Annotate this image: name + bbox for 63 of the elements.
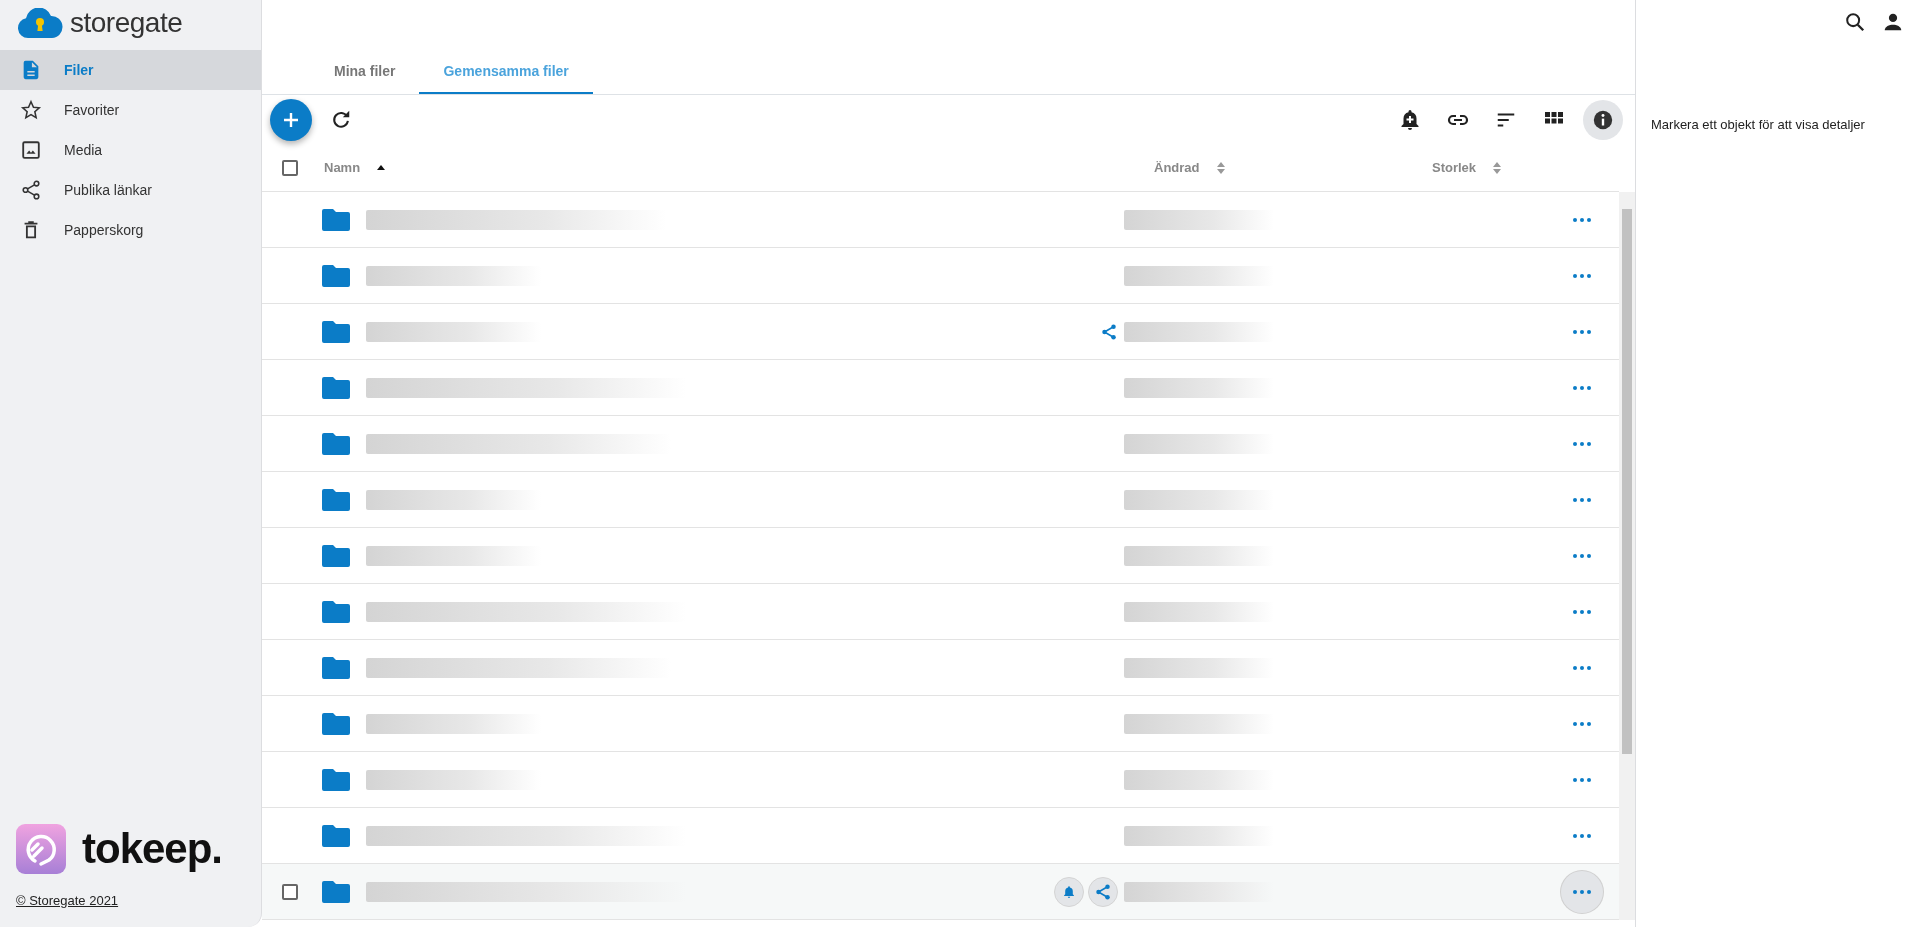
share-icon[interactable]: [1100, 322, 1118, 341]
folder-icon: [322, 712, 350, 735]
details-message: Markera ett objekt för att visa detaljer: [1650, 116, 1866, 134]
sort-toggle-icon: [1492, 162, 1503, 174]
sidebar-item[interactable]: Papperskorg: [0, 210, 261, 250]
more-dots-icon: [1573, 497, 1591, 502]
column-header[interactable]: Ändrad: [1154, 158, 1200, 178]
folder-icon: [322, 656, 350, 679]
folder-icon: [322, 320, 350, 343]
sort-toggle-icon: [1215, 162, 1226, 174]
share-icon[interactable]: [1088, 876, 1118, 907]
image-icon: [20, 139, 42, 161]
sidebar-item[interactable]: Publika länkar: [0, 170, 261, 210]
more-dots-icon: [1573, 441, 1591, 446]
add-button[interactable]: [270, 99, 312, 141]
copyright-link[interactable]: © Storegate 2021: [16, 893, 119, 908]
more-dots-icon: [1573, 385, 1591, 390]
folder-icon: [322, 488, 350, 511]
sidebar-item[interactable]: Filer: [0, 50, 261, 90]
user-icon[interactable]: [1882, 11, 1904, 33]
more-dots-icon: [1573, 777, 1591, 782]
partner-logo-text: tokeep.: [82, 828, 223, 870]
folder-icon: [322, 208, 350, 231]
folder-icon: [322, 768, 350, 791]
refresh-icon: [330, 109, 352, 131]
folder-icon: [322, 824, 350, 847]
more-dots-icon: [1573, 217, 1591, 222]
tab[interactable]: Mina filer: [310, 51, 420, 94]
sidebar-item[interactable]: Favoriter: [0, 90, 261, 130]
more-dots-icon: [1573, 665, 1591, 670]
info-icon: [1592, 109, 1614, 131]
folder-icon: [322, 880, 350, 903]
folder-icon: [322, 432, 350, 455]
column-header[interactable]: Namn: [324, 158, 361, 178]
folder-icon: [322, 544, 350, 567]
more-dots-icon: [1573, 553, 1591, 558]
tab[interactable]: Gemensamma filer: [419, 51, 593, 94]
more-dots-icon: [1573, 609, 1591, 614]
share-icon: [20, 179, 42, 201]
info-button[interactable]: [1583, 100, 1623, 140]
star-icon: [20, 99, 42, 121]
search-icon[interactable]: [1844, 11, 1866, 33]
more-dots-icon: [1573, 833, 1591, 838]
share-glyph-icon: [1094, 882, 1112, 901]
column-header[interactable]: Storlek: [1432, 158, 1477, 178]
row-checkbox[interactable]: [282, 883, 298, 900]
sidebar-item[interactable]: Media: [0, 130, 261, 170]
bell-glyph-icon: [1062, 884, 1076, 899]
folder-icon: [322, 600, 350, 623]
tokeep-logo-icon: [16, 824, 66, 874]
more-dots-icon: [1573, 889, 1591, 894]
cloud-keyhole-logo: [16, 8, 64, 38]
more-dots-icon: [1573, 273, 1591, 278]
more-dots-icon: [1573, 721, 1591, 726]
folder-icon: [322, 376, 350, 399]
folder-icon: [322, 264, 350, 287]
bell-icon[interactable]: [1054, 876, 1084, 907]
plus-icon: [282, 111, 300, 129]
select-all-checkbox[interactable]: [282, 160, 298, 176]
logo-text: storegate: [70, 9, 183, 37]
scrollbar[interactable]: [1619, 192, 1635, 920]
sort-ascending-icon: [376, 164, 387, 172]
more-dots-icon: [1573, 329, 1591, 334]
